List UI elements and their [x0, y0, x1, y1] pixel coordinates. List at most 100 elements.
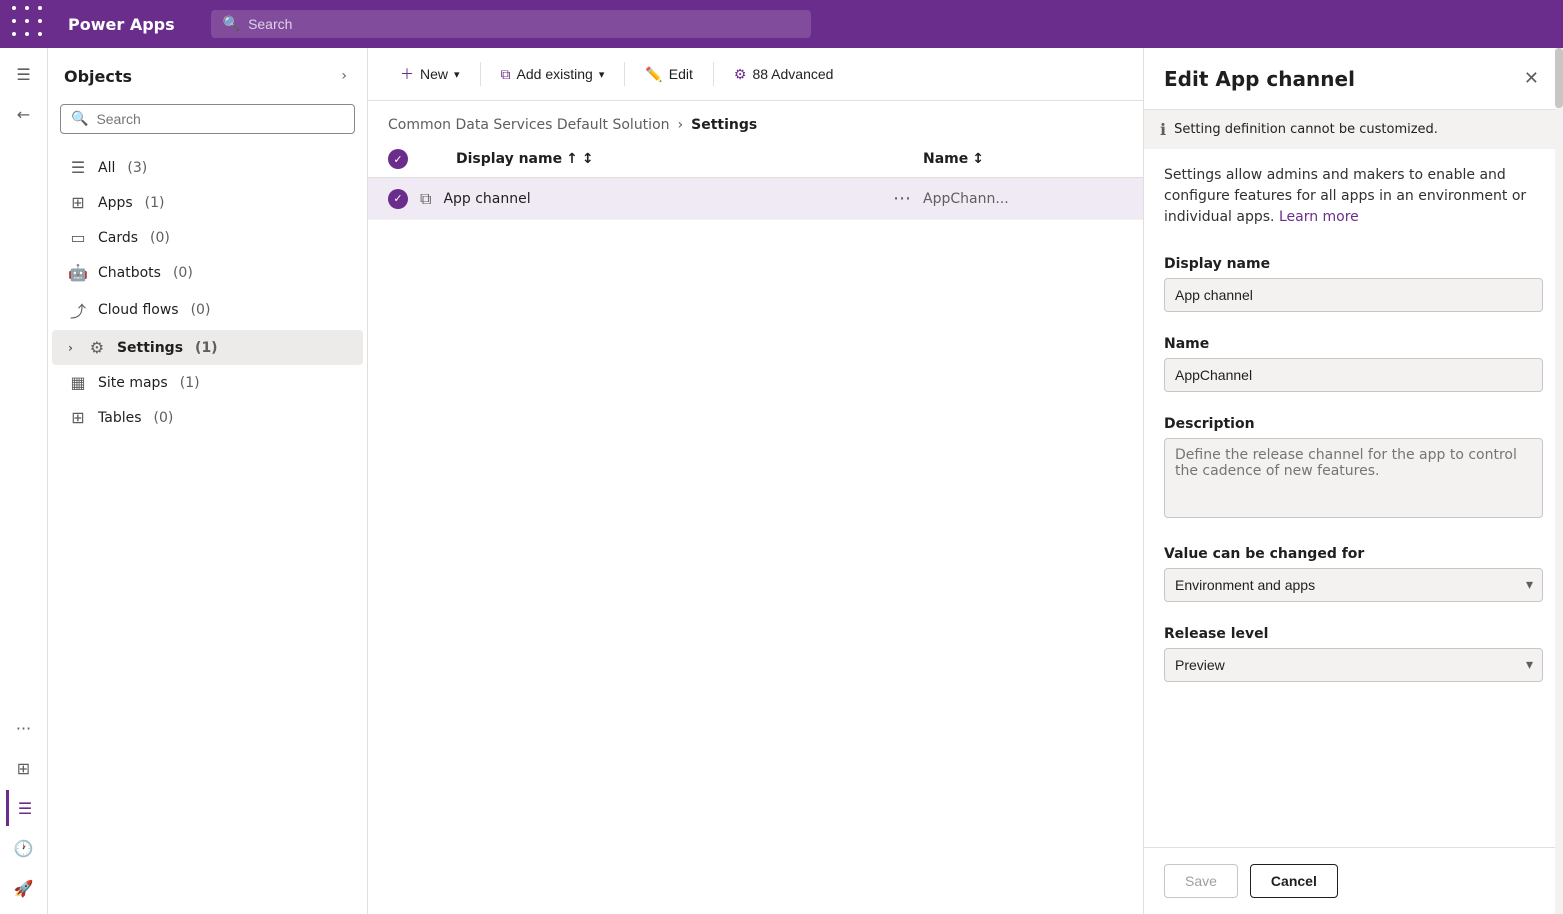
release-level-select[interactable]: Preview: [1164, 648, 1543, 682]
learn-more-link[interactable]: Learn more: [1279, 209, 1359, 225]
sidebar-item-all-label: All: [98, 160, 115, 176]
col-display-name-label: Display name: [456, 151, 562, 167]
all-icon: ☰: [68, 158, 88, 177]
col-sort-asc-icon: ↑: [566, 151, 578, 167]
apps-icon: ⊞: [68, 193, 88, 212]
sidebar-item-settings-count: (1): [195, 340, 218, 356]
sidebar-item-cards-label: Cards: [98, 230, 138, 246]
sidebar-item-apps-count: (1): [145, 195, 165, 211]
settings-expand-icon: ›: [68, 341, 73, 355]
sidebar-item-tables[interactable]: ⊞ Tables (0): [52, 400, 363, 435]
rail-list-icon[interactable]: ☰: [6, 790, 42, 826]
row-display-name: App channel: [443, 191, 881, 207]
release-level-field: Release level Preview ▾: [1144, 614, 1563, 694]
save-button[interactable]: Save: [1164, 864, 1238, 898]
display-name-label: Display name: [1164, 256, 1543, 272]
sidebar-item-cloudflows[interactable]: ⤴ Cloud flows (0): [52, 290, 363, 330]
rail-back-icon[interactable]: ←: [6, 96, 42, 132]
sidebar-item-sitemaps-label: Site maps: [98, 375, 168, 391]
top-bar: Power Apps 🔍: [0, 0, 1563, 48]
value-changed-label: Value can be changed for: [1164, 546, 1543, 562]
panel-body: ℹ Setting definition cannot be customize…: [1144, 110, 1563, 847]
cards-icon: ▭: [68, 228, 88, 247]
new-chevron-icon: ▾: [454, 68, 460, 81]
sidebar-search-input[interactable]: [96, 111, 344, 127]
sidebar-item-chatbots-label: Chatbots: [98, 265, 161, 281]
display-name-input[interactable]: [1164, 278, 1543, 312]
sidebar-item-settings[interactable]: › ⚙ Settings (1): [52, 330, 363, 365]
col-name-label: Name: [923, 151, 968, 167]
panel-close-button[interactable]: ✕: [1520, 64, 1543, 93]
sidebar-header: Objects ›: [48, 48, 367, 96]
release-level-label: Release level: [1164, 626, 1543, 642]
advanced-icon: ⚙: [734, 66, 747, 83]
sidebar-search-box[interactable]: 🔍: [60, 104, 355, 134]
cloudflows-icon: ⤴: [68, 298, 88, 322]
description-field: Description: [1144, 404, 1563, 534]
add-existing-button[interactable]: ⧉ Add existing ▾: [489, 60, 617, 89]
col-name-sort-icon: ↕: [972, 151, 984, 167]
content-area: ＋ New ▾ ⧉ Add existing ▾ ✏️ Edit ⚙ 88 Ad…: [368, 48, 1143, 914]
cancel-button[interactable]: Cancel: [1250, 864, 1338, 898]
edit-pencil-icon: ✏️: [645, 66, 662, 83]
rail-history-icon[interactable]: 🕐: [6, 830, 42, 866]
value-changed-select[interactable]: Environment and apps: [1164, 568, 1543, 602]
rail-table-icon[interactable]: ⊞: [6, 750, 42, 786]
sidebar-item-cloudflows-count: (0): [191, 302, 211, 318]
description-textarea[interactable]: [1164, 438, 1543, 518]
sidebar-item-chatbots[interactable]: 🤖 Chatbots (0): [52, 255, 363, 290]
sidebar-item-chatbots-count: (0): [173, 265, 193, 281]
sidebar-item-cards[interactable]: ▭ Cards (0): [52, 220, 363, 255]
name-input[interactable]: [1164, 358, 1543, 392]
advanced-label: 88 Advanced: [752, 66, 833, 82]
sidebar-item-apps[interactable]: ⊞ Apps (1): [52, 185, 363, 220]
rail-menu-icon[interactable]: ☰: [6, 56, 42, 92]
breadcrumb-arrow: ›: [678, 117, 684, 133]
value-can-be-changed-field: Value can be changed for Environment and…: [1144, 534, 1563, 614]
scrollbar-track: [1555, 48, 1563, 914]
panel-title: Edit App channel: [1164, 67, 1355, 91]
table-row[interactable]: ✓ ⧉ App channel ⋯ AppChann...: [368, 178, 1143, 220]
sidebar-item-sitemaps[interactable]: ▦ Site maps (1): [52, 365, 363, 400]
global-search-input[interactable]: [248, 16, 799, 32]
panel-info-bar: ℹ Setting definition cannot be customize…: [1144, 110, 1563, 149]
sidebar-nav: ☰ All (3) ⊞ Apps (1) ▭ Cards (0) 🤖 Chatb…: [48, 142, 367, 914]
edit-label: Edit: [669, 66, 693, 82]
list-header: ✓ Display name ↑ ↕ Name ↕: [368, 141, 1143, 178]
tables-icon: ⊞: [68, 408, 88, 427]
new-plus-icon: ＋: [400, 64, 414, 84]
chatbots-icon: 🤖: [68, 263, 88, 282]
app-grid-icon[interactable]: [12, 6, 48, 42]
sidebar-item-all[interactable]: ☰ All (3): [52, 150, 363, 185]
sidebar-collapse-button[interactable]: ›: [337, 64, 351, 88]
breadcrumb-parent[interactable]: Common Data Services Default Solution: [388, 117, 670, 133]
select-all-checkbox[interactable]: ✓: [388, 149, 408, 169]
rail-more-icon[interactable]: ···: [6, 710, 42, 746]
row-name-value: AppChann...: [923, 191, 1123, 207]
name-field: Name: [1144, 324, 1563, 404]
scrollbar-thumb[interactable]: [1555, 48, 1563, 108]
new-button-label: New: [420, 66, 448, 82]
panel-footer: Save Cancel: [1144, 847, 1563, 914]
add-existing-icon: ⧉: [501, 66, 511, 83]
sidebar-title: Objects: [64, 67, 132, 86]
settings-icon: ⚙: [87, 338, 107, 357]
row-checkbox[interactable]: ✓: [388, 189, 408, 209]
row-context-menu-icon[interactable]: ⋯: [893, 188, 911, 209]
global-search[interactable]: 🔍: [211, 10, 811, 38]
breadcrumb-current: Settings: [691, 117, 757, 133]
app-title: Power Apps: [68, 15, 175, 34]
edit-button[interactable]: ✏️ Edit: [633, 60, 705, 89]
release-level-select-wrapper: Preview ▾: [1164, 648, 1543, 682]
sidebar-item-sitemaps-count: (1): [180, 375, 200, 391]
col-name[interactable]: Name ↕: [923, 151, 1123, 167]
col-display-name[interactable]: Display name ↑ ↕: [456, 151, 915, 167]
sidebar-item-cloudflows-label: Cloud flows: [98, 302, 179, 318]
new-button[interactable]: ＋ New ▾: [388, 58, 472, 90]
list-columns: Display name ↑ ↕ Name ↕: [456, 151, 1123, 167]
advanced-button[interactable]: ⚙ 88 Advanced: [722, 60, 846, 89]
add-existing-label: Add existing: [517, 66, 593, 82]
toolbar-divider-3: [713, 62, 714, 86]
sidebar-search-icon: 🔍: [71, 111, 88, 127]
rail-rocket-icon[interactable]: 🚀: [6, 870, 42, 906]
